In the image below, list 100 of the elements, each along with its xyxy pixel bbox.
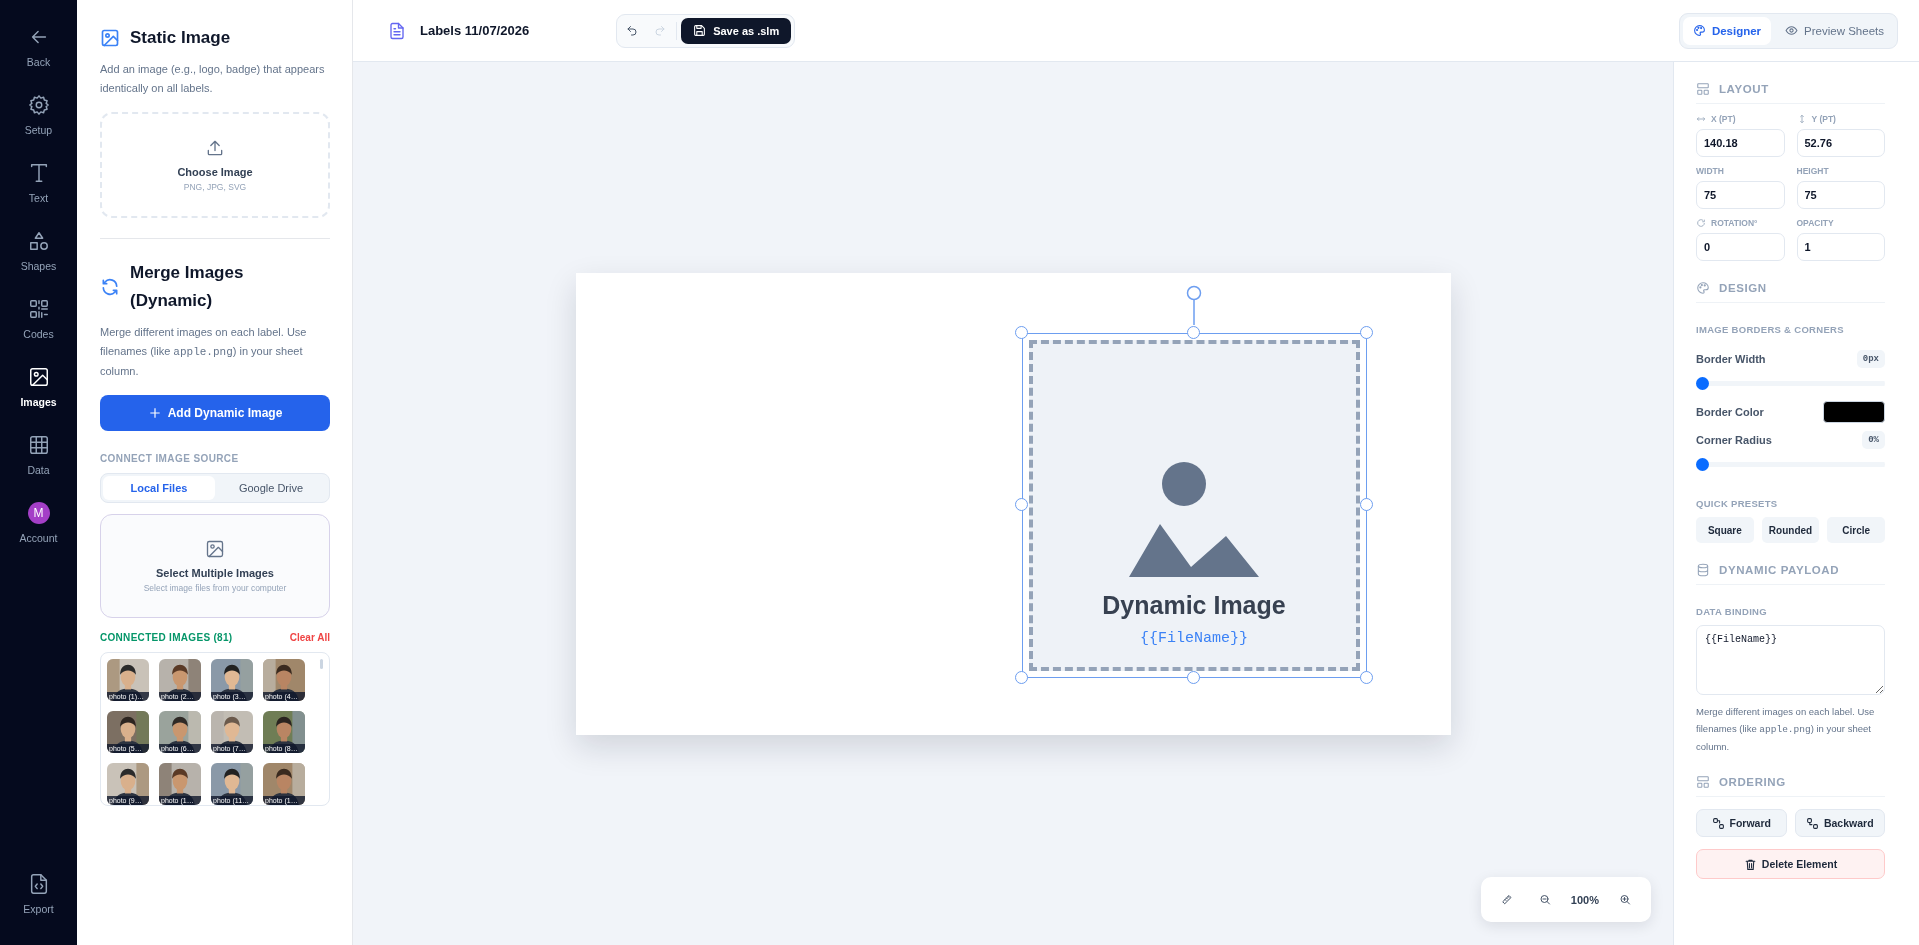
source-tab[interactable]: Google Drive — [215, 476, 327, 500]
placeholder-title: Dynamic Image — [1102, 590, 1286, 620]
delete-element-button[interactable]: Delete Element — [1696, 849, 1885, 879]
section-heading: LAYOUT — [1719, 83, 1769, 95]
dropzone-label: Choose Image — [177, 166, 253, 178]
preset-button[interactable]: Rounded — [1761, 517, 1820, 543]
number-field[interactable]: 0 — [1696, 233, 1785, 261]
slider-thumb[interactable] — [1696, 458, 1709, 471]
nav-item[interactable]: Back — [3, 22, 74, 80]
nav-item[interactable]: Data — [3, 430, 74, 488]
nav-item[interactable]: Setup — [3, 90, 74, 148]
eye-icon — [1785, 24, 1799, 37]
add-dynamic-image-button[interactable]: Add Dynamic Image — [100, 395, 330, 431]
choose-image-dropzone[interactable]: Choose Image PNG, JPG, SVG — [100, 112, 330, 218]
property-label: Border Color — [1696, 406, 1764, 418]
section-description: Merge different images on each label. Use filenames (like apple.png) in your sheet column. — [100, 325, 308, 379]
bring-forward-button[interactable]: Forward — [1696, 809, 1787, 837]
scrollbar-thumb[interactable] — [320, 659, 323, 669]
layers-icon — [1711, 816, 1725, 830]
number-field[interactable]: 75 — [1696, 181, 1785, 209]
table-icon — [27, 434, 50, 456]
qr-code-icon — [27, 298, 50, 320]
section-heading: DESIGN — [1719, 282, 1767, 294]
trash-icon — [1743, 857, 1757, 871]
zoom-out-icon — [1538, 892, 1551, 907]
number-field[interactable]: 140.18 — [1696, 129, 1785, 157]
resize-handle[interactable] — [1014, 498, 1028, 511]
color-swatch[interactable] — [1823, 401, 1885, 423]
settings-icon — [27, 94, 50, 116]
field-label: WIDTH — [1696, 166, 1724, 176]
send-backward-button[interactable]: Backward — [1794, 809, 1885, 837]
resize-handle[interactable] — [1359, 325, 1373, 339]
select-images-dropzone[interactable]: Select Multiple Images Select image files from your computer — [100, 514, 330, 618]
resize-handle[interactable] — [1187, 325, 1200, 339]
clear-all-link[interactable]: Clear All — [289, 632, 330, 643]
horizontal-arrows-icon — [1696, 114, 1706, 124]
nav-item[interactable]: Codes — [3, 294, 74, 352]
shapes-icon — [27, 230, 50, 252]
number-field[interactable]: 52.76 — [1796, 129, 1885, 157]
export-nav-item[interactable]: Export — [3, 869, 74, 927]
document-title: Labels 11/07/2026 — [420, 23, 530, 38]
preset-button[interactable]: Circle — [1827, 517, 1885, 543]
layout-icon — [1696, 775, 1710, 789]
palette-icon — [1696, 281, 1710, 295]
dropzone-hint: PNG, JPG, SVG — [183, 182, 247, 192]
property-label: Border Width — [1696, 353, 1766, 365]
section-title: Merge Images (Dynamic) — [130, 262, 245, 312]
resize-handle[interactable] — [1014, 325, 1028, 339]
layout-icon — [1696, 82, 1710, 96]
section-title: Static Image — [130, 27, 231, 49]
avatar: M — [27, 502, 50, 524]
redo-icon — [654, 24, 667, 37]
image-placeholder[interactable]: Dynamic Image {{FileName}} — [1028, 339, 1360, 671]
section-heading: CONNECT IMAGE SOURCE — [100, 453, 240, 464]
resize-handle[interactable] — [1359, 670, 1373, 684]
value-readout: 0px — [1856, 350, 1885, 368]
section-heading: ORDERING — [1719, 776, 1786, 788]
number-field[interactable]: 75 — [1796, 181, 1885, 209]
view-tab[interactable]: Designer — [1682, 16, 1772, 45]
save-icon — [693, 24, 707, 37]
field-label: OPACITY — [1796, 218, 1834, 228]
undo-icon — [626, 24, 639, 37]
save-button[interactable]: Save as .slm — [681, 17, 792, 44]
upload-icon — [205, 138, 225, 158]
value-readout: 0% — [1862, 431, 1885, 449]
plus-icon — [147, 406, 162, 420]
preset-button[interactable]: Square — [1696, 517, 1754, 543]
zoom-in-icon — [1619, 892, 1631, 907]
dropzone-hint: Select image files from your computer — [143, 583, 287, 593]
rotate-handle[interactable] — [1186, 284, 1202, 325]
field-label: HEIGHT — [1796, 166, 1829, 176]
connected-images-heading: CONNECTED IMAGES (81) — [100, 632, 233, 643]
image-placeholder-icon — [1129, 461, 1259, 577]
resize-handle[interactable] — [1014, 670, 1028, 684]
subsection-heading: IMAGE BORDERS & CORNERS — [1696, 323, 1845, 335]
dropzone-label: Select Multiple Images — [156, 567, 274, 579]
nav-item[interactable]: M Account — [3, 498, 74, 556]
field-label: X (PT) — [1711, 114, 1736, 124]
data-binding-field[interactable]: {{FileName}} — [1696, 625, 1885, 695]
layers-icon — [1805, 816, 1819, 830]
nav-item[interactable]: Shapes — [3, 226, 74, 284]
field-label: Y (PT) — [1811, 114, 1836, 124]
slider-thumb[interactable] — [1696, 377, 1709, 390]
nav-item[interactable]: Text — [3, 158, 74, 216]
ruler-icon — [1500, 892, 1513, 907]
help-text: Merge different images on each label. Use filenames (like apple.png) in your sheet column. — [1696, 705, 1876, 754]
number-field[interactable]: 1 — [1796, 233, 1885, 261]
refresh-icon — [100, 277, 120, 297]
source-tab[interactable]: Local Files — [103, 476, 215, 500]
palette-icon — [1692, 24, 1706, 37]
image-icon — [27, 366, 50, 388]
nav-item[interactable]: Images — [3, 362, 74, 420]
placeholder-binding: {{FileName}} — [1140, 629, 1248, 647]
section-heading: DYNAMIC PAYLOAD — [1719, 564, 1840, 576]
section-description: Add an image (e.g., logo, badge) that appears identically on all labels. — [100, 62, 326, 96]
property-label: Corner Radius — [1696, 434, 1772, 446]
subsection-heading: QUICK PRESETS — [1696, 497, 1779, 509]
field-label: ROTATION° — [1711, 218, 1758, 228]
field-label: DATA BINDING — [1696, 605, 1768, 617]
view-tab[interactable]: Preview Sheets — [1775, 16, 1894, 45]
